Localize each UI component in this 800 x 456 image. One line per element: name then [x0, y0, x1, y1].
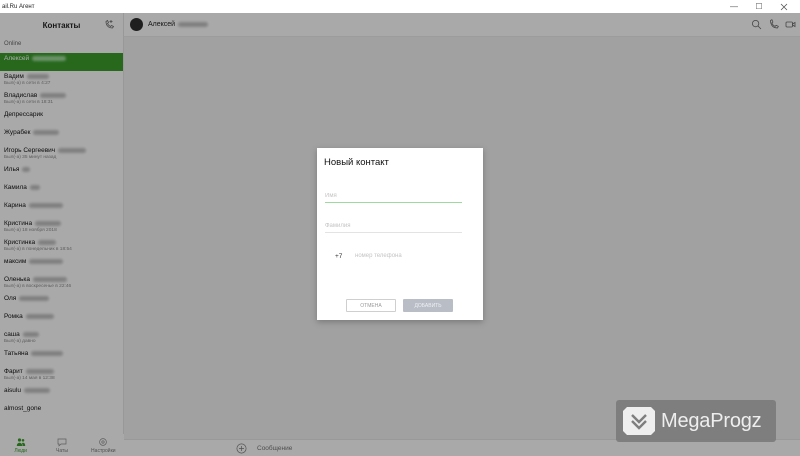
first-name-field[interactable] — [325, 189, 462, 203]
add-contact-button[interactable]: ДОБАВИТЬ — [403, 299, 453, 312]
watermark: MegaProgz — [616, 400, 776, 442]
maximize-button[interactable]: ☐ — [747, 0, 771, 13]
cancel-button[interactable]: ОТМЕНА — [346, 299, 396, 312]
last-name-field[interactable] — [325, 219, 462, 233]
window-title: ail.Ru Агент — [2, 3, 35, 10]
phone-prefix: +7 — [335, 253, 343, 260]
dialog-title: Новый контакт — [324, 157, 389, 168]
phone-field[interactable] — [355, 249, 462, 263]
megaprogz-logo-icon — [623, 407, 655, 435]
window-titlebar: ail.Ru Агент — ☐ — [0, 0, 800, 13]
watermark-text: MegaProgz — [661, 409, 762, 432]
close-window-button[interactable] — [772, 0, 796, 13]
close-icon — [780, 3, 788, 10]
minimize-button[interactable]: — — [722, 0, 746, 13]
new-contact-dialog: Новый контакт +7 ОТМЕНА ДОБАВИТЬ — [317, 148, 483, 320]
